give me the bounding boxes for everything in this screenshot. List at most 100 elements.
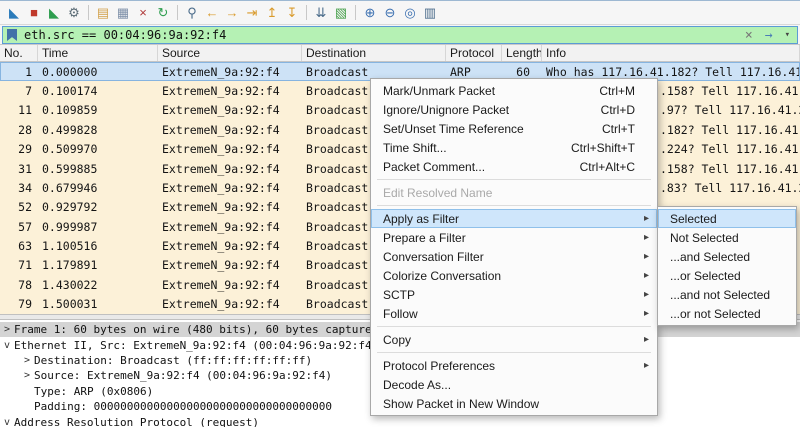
menu-item-packet-comment[interactable]: Packet Comment... Ctrl+Alt+C xyxy=(371,157,657,176)
submenu-arrow-icon: ▸ xyxy=(643,289,649,300)
filter-bookmark-icon[interactable] xyxy=(7,29,17,41)
expander-icon[interactable]: v xyxy=(0,417,14,427)
cell-time: 1.500031 xyxy=(42,297,98,312)
menu-item-label: Time Shift... xyxy=(383,140,447,155)
reload-file-button[interactable]: ↻ xyxy=(153,3,173,23)
cell-source: ExtremeN_9a:92:f4 xyxy=(162,84,280,99)
detail-text: Type: ARP (0x0806) xyxy=(34,384,154,398)
cell-info: Who has 117.16.41.182? Tell 117.16.41. xyxy=(542,65,800,79)
colorize-button[interactable]: ▧ xyxy=(331,3,351,23)
open-folder-icon: ▤ xyxy=(96,5,110,20)
submenu-item-not-selected[interactable]: Not Selected xyxy=(658,228,796,247)
menu-item-set-unset-time-reference[interactable]: Set/Unset Time Reference Ctrl+T xyxy=(371,119,657,138)
column-header-length[interactable]: Length xyxy=(502,45,542,61)
menu-item-conversation-filter[interactable]: Conversation Filter ▸ xyxy=(371,247,657,266)
go-to-last-button[interactable]: ↧ xyxy=(282,3,302,23)
menu-item-label: Decode As... xyxy=(383,377,452,392)
restart-icon: ◣ xyxy=(49,5,59,20)
menu-item-label: Edit Resolved Name xyxy=(383,185,493,200)
display-filter-input[interactable]: eth.src == 00:04:96:9a:92:f4 × → ▾ xyxy=(2,26,798,44)
cell-source: ExtremeN_9a:92:f4 xyxy=(162,277,280,292)
filter-toolbar: eth.src == 00:04:96:9a:92:f4 × → ▾ xyxy=(0,25,800,45)
go-to-packet-button[interactable]: ⇥ xyxy=(242,3,262,23)
expander-icon[interactable]: v xyxy=(0,340,14,351)
column-header-time[interactable]: Time xyxy=(38,45,158,61)
menu-separator xyxy=(377,326,651,327)
expander-icon[interactable]: > xyxy=(20,355,34,366)
open-file-button[interactable]: ▤ xyxy=(93,3,113,23)
menu-item-label: Colorize Conversation xyxy=(383,268,502,283)
menu-item-label: Prepare a Filter xyxy=(383,230,466,245)
zoom-in-button[interactable]: ⊕ xyxy=(360,3,380,23)
submenu-item-selected[interactable]: Selected xyxy=(658,209,796,228)
zoom-out-button[interactable]: ⊖ xyxy=(380,3,400,23)
menu-item-decode-as[interactable]: Decode As... xyxy=(371,375,657,394)
autoscroll-icon: ⇊ xyxy=(315,5,327,20)
menu-item-label: Protocol Preferences xyxy=(383,358,496,373)
detail-text: Frame 1: 60 bytes on wire (480 bits), 60… xyxy=(14,323,405,337)
restart-capture-button[interactable]: ◣ xyxy=(44,3,64,23)
column-header-info[interactable]: Info xyxy=(542,45,800,61)
go-back-button[interactable]: ← xyxy=(202,3,222,23)
apply-filter-icon[interactable]: → xyxy=(765,28,773,43)
menu-shortcut: Ctrl+Alt+C xyxy=(579,159,635,174)
menu-item-protocol-preferences[interactable]: Protocol Preferences ▸ xyxy=(371,356,657,375)
menu-item-show-packet-in-new-window[interactable]: Show Packet in New Window xyxy=(371,394,657,413)
cell-no: 28 xyxy=(18,122,32,137)
toolbar-separator xyxy=(177,5,178,20)
column-header-destination[interactable]: Destination xyxy=(302,45,446,61)
filter-text[interactable]: eth.src == 00:04:96:9a:92:f4 xyxy=(24,28,738,42)
submenu-item-or-not-selected[interactable]: ...or not Selected xyxy=(658,304,796,323)
go-forward-button[interactable]: → xyxy=(222,3,242,23)
menu-item-follow[interactable]: Follow ▸ xyxy=(371,304,657,323)
resize-columns-button[interactable]: ▥ xyxy=(420,3,440,23)
wireshark-window: ◣ ■ ◣ ⚙ ▤ ▦ × ↻ ⚲ ← → ⇥ ↥ ↧ ⇊ ▧ ⊕ ⊖ ◎ ▥ eth.src == 00:04:96… xyxy=(0,0,800,427)
clear-filter-icon[interactable]: × xyxy=(745,28,753,43)
menu-item-ignore-unignore-packet[interactable]: Ignore/Unignore Packet Ctrl+D xyxy=(371,100,657,119)
find-packet-button[interactable]: ⚲ xyxy=(182,3,202,23)
cell-protocol: ARP xyxy=(450,64,471,79)
filter-dropdown-caret-icon[interactable]: ▾ xyxy=(785,30,790,40)
go-to-first-button[interactable]: ↥ xyxy=(262,3,282,23)
stop-capture-button[interactable]: ■ xyxy=(24,3,44,23)
save-file-button[interactable]: ▦ xyxy=(113,3,133,23)
packet-list-header: No. Time Source Destination Protocol Length In… xyxy=(0,45,800,62)
detail-line[interactable]: v Address Resolution Protocol (request) xyxy=(0,414,800,427)
zoom-reset-button[interactable]: ◎ xyxy=(400,3,420,23)
autoscroll-button[interactable]: ⇊ xyxy=(311,3,331,23)
cell-source: ExtremeN_9a:92:f4 xyxy=(162,122,280,137)
menu-item-copy[interactable]: Copy ▸ xyxy=(371,330,657,349)
submenu-item-and-selected[interactable]: ...and Selected xyxy=(658,247,796,266)
close-icon: × xyxy=(139,5,147,20)
cell-source: ExtremeN_9a:92:f4 xyxy=(162,200,280,215)
expander-icon[interactable]: > xyxy=(20,370,34,381)
submenu-item-and-not-selected[interactable]: ...and not Selected xyxy=(658,285,796,304)
menu-item-apply-as-filter[interactable]: Apply as Filter ▸ xyxy=(371,209,657,228)
menu-item-label: Follow xyxy=(383,306,418,321)
expander-icon[interactable]: > xyxy=(0,324,14,335)
first-packet-icon: ↥ xyxy=(266,5,278,20)
capture-options-button[interactable]: ⚙ xyxy=(64,3,84,23)
menu-item-prepare-a-filter[interactable]: Prepare a Filter ▸ xyxy=(371,228,657,247)
cell-time: 1.179891 xyxy=(42,258,98,273)
menu-item-sctp[interactable]: SCTP ▸ xyxy=(371,285,657,304)
start-capture-button[interactable]: ◣ xyxy=(4,3,24,23)
menu-shortcut: Ctrl+M xyxy=(599,83,635,98)
menu-item-edit-resolved-name[interactable]: Edit Resolved Name xyxy=(371,183,657,202)
column-header-no[interactable]: No. xyxy=(0,45,38,61)
cell-no: 7 xyxy=(25,84,32,99)
zoom-in-icon: ⊕ xyxy=(364,5,376,20)
forward-arrow-icon: → xyxy=(225,5,239,20)
menu-item-colorize-conversation[interactable]: Colorize Conversation ▸ xyxy=(371,266,657,285)
menu-item-label: Packet Comment... xyxy=(383,159,486,174)
cell-time: 0.929792 xyxy=(42,200,98,215)
menu-item-time-shift[interactable]: Time Shift... Ctrl+Shift+T xyxy=(371,138,657,157)
column-header-source[interactable]: Source xyxy=(158,45,302,61)
column-header-protocol[interactable]: Protocol xyxy=(446,45,502,61)
menu-item-mark-unmark-packet[interactable]: Mark/Unmark Packet Ctrl+M xyxy=(371,81,657,100)
cell-no: 63 xyxy=(18,239,32,254)
toolbar-separator xyxy=(355,5,356,20)
menu-item-label: Show Packet in New Window xyxy=(383,396,540,411)
submenu-item-or-selected[interactable]: ...or Selected xyxy=(658,266,796,285)
close-file-button[interactable]: × xyxy=(133,3,153,23)
